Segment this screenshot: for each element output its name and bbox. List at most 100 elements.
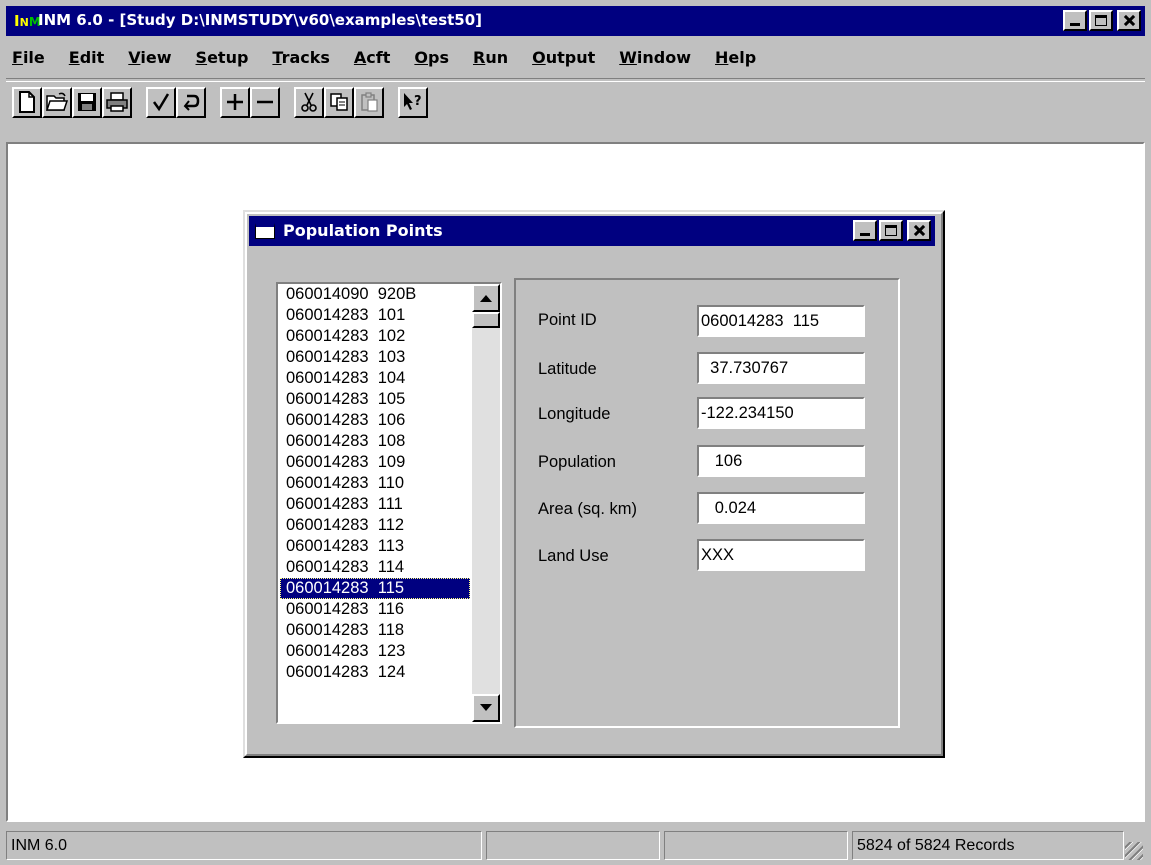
status-panel-2 xyxy=(486,831,660,860)
point-id-label: Point ID xyxy=(538,311,597,329)
toolbar-separator xyxy=(6,78,1145,82)
close-icon xyxy=(1119,12,1139,29)
copy-button[interactable] xyxy=(324,87,354,118)
point-id-field[interactable] xyxy=(697,305,865,337)
status-bar: INM 6.0 5824 of 5824 Records xyxy=(6,828,1145,862)
resize-grip[interactable] xyxy=(1125,842,1143,860)
minimize-button[interactable] xyxy=(1063,10,1087,31)
list-item[interactable]: 060014283 116 xyxy=(280,599,470,620)
new-button[interactable] xyxy=(12,87,42,118)
population-field[interactable] xyxy=(697,445,865,477)
menu-acft[interactable]: Acft xyxy=(342,44,402,72)
list-item[interactable]: 060014283 115 xyxy=(280,578,470,599)
dialog-maximize-button[interactable] xyxy=(879,220,903,241)
window-icon[interactable] xyxy=(255,223,275,239)
population-label: Population xyxy=(538,453,616,471)
app-window: INM INM 6.0 - [Study D:\INMSTUDY\v60\exa… xyxy=(0,0,1151,865)
list-item[interactable]: 060014090 920B xyxy=(280,284,470,305)
app-title: INM 6.0 - [Study D:\INMSTUDY\v60\example… xyxy=(38,11,483,29)
dialog-title: Population Points xyxy=(283,221,443,240)
close-icon xyxy=(909,222,929,239)
point-list[interactable]: 060014090 920B 060014283 101 060014283 102… xyxy=(276,282,502,724)
dialog-close-button[interactable] xyxy=(907,220,931,241)
menu-bar: File Edit View Setup Tracks Acft Ops Run… xyxy=(6,44,768,72)
point-list-items: 060014090 920B 060014283 101 060014283 102… xyxy=(280,284,470,722)
context-help-button[interactable]: ? xyxy=(398,87,428,118)
list-item[interactable]: 060014283 114 xyxy=(280,557,470,578)
status-app-label: INM 6.0 xyxy=(6,831,482,860)
list-item[interactable]: 060014283 104 xyxy=(280,368,470,389)
area-field[interactable] xyxy=(697,492,865,524)
menu-edit[interactable]: Edit xyxy=(57,44,117,72)
menu-view[interactable]: View xyxy=(116,44,183,72)
minus-icon xyxy=(257,100,273,104)
save-button[interactable] xyxy=(72,87,102,118)
cut-button[interactable] xyxy=(294,87,324,118)
list-item[interactable]: 060014283 109 xyxy=(280,452,470,473)
land-use-label: Land Use xyxy=(538,547,609,565)
check-button[interactable] xyxy=(146,87,176,118)
undo-button[interactable] xyxy=(176,87,206,118)
menu-help[interactable]: Help xyxy=(703,44,768,72)
list-item[interactable]: 060014283 108 xyxy=(280,431,470,452)
maximize-button[interactable] xyxy=(1089,10,1113,31)
new-file-icon xyxy=(19,91,35,113)
menu-tracks[interactable]: Tracks xyxy=(260,44,342,72)
save-icon xyxy=(78,93,96,111)
list-item[interactable]: 060014283 123 xyxy=(280,641,470,662)
cut-icon xyxy=(301,92,317,112)
context-help-icon: ? xyxy=(404,93,422,110)
minimize-icon xyxy=(1070,23,1080,26)
paste-icon xyxy=(361,92,378,112)
menu-setup[interactable]: Setup xyxy=(184,44,261,72)
add-button[interactable] xyxy=(220,87,250,118)
list-item[interactable]: 060014283 102 xyxy=(280,326,470,347)
menu-run[interactable]: Run xyxy=(461,44,520,72)
copy-icon xyxy=(330,93,348,111)
list-item[interactable]: 060014283 101 xyxy=(280,305,470,326)
remove-button[interactable] xyxy=(250,87,280,118)
record-count: 5824 of 5824 Records xyxy=(852,831,1124,860)
list-item[interactable]: 060014283 113 xyxy=(280,536,470,557)
check-icon xyxy=(152,93,170,112)
list-item[interactable]: 060014283 105 xyxy=(280,389,470,410)
list-item[interactable]: 060014283 103 xyxy=(280,347,470,368)
menu-window[interactable]: Window xyxy=(607,44,703,72)
latitude-field[interactable] xyxy=(697,352,865,384)
list-item[interactable]: 060014283 110 xyxy=(280,473,470,494)
area-label: Area (sq. km) xyxy=(538,500,638,518)
app-title-bar[interactable]: INM INM 6.0 - [Study D:\INMSTUDY\v60\exa… xyxy=(6,6,1145,36)
plus-icon xyxy=(227,94,243,110)
triangle-down-icon xyxy=(480,704,492,711)
dialog-title-bar[interactable]: Population Points xyxy=(249,216,935,246)
list-scrollbar[interactable] xyxy=(472,284,500,722)
menu-file[interactable]: File xyxy=(6,44,57,72)
print-button[interactable] xyxy=(102,87,132,118)
minimize-icon xyxy=(860,233,870,236)
list-item[interactable]: 060014283 111 xyxy=(280,494,470,515)
open-folder-icon xyxy=(45,92,69,111)
status-panel-3 xyxy=(664,831,848,860)
dialog-minimize-button[interactable] xyxy=(853,220,877,241)
scroll-thumb[interactable] xyxy=(472,312,500,328)
close-button[interactable] xyxy=(1117,10,1141,31)
paste-button[interactable] xyxy=(354,87,384,118)
list-item[interactable]: 060014283 124 xyxy=(280,662,470,683)
scroll-up-button[interactable] xyxy=(472,284,500,312)
maximize-icon xyxy=(885,225,897,236)
list-item[interactable]: 060014283 118 xyxy=(280,620,470,641)
open-button[interactable] xyxy=(42,87,72,118)
triangle-up-icon xyxy=(480,295,492,302)
undo-icon xyxy=(183,94,200,111)
menu-output[interactable]: Output xyxy=(520,44,607,72)
land-use-field[interactable] xyxy=(697,539,865,571)
scroll-down-button[interactable] xyxy=(472,694,500,722)
list-item[interactable]: 060014283 106 xyxy=(280,410,470,431)
list-item[interactable]: 060014283 112 xyxy=(280,515,470,536)
inm-app-icon[interactable]: INM xyxy=(14,11,41,31)
maximize-icon xyxy=(1095,15,1107,26)
latitude-label: Latitude xyxy=(538,360,597,378)
longitude-label: Longitude xyxy=(538,405,611,423)
menu-ops[interactable]: Ops xyxy=(402,44,461,72)
longitude-field[interactable] xyxy=(697,397,865,429)
